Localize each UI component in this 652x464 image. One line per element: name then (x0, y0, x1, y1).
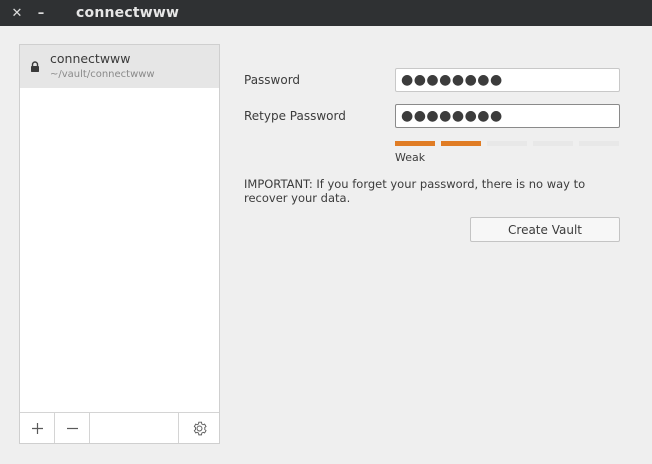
create-vault-button[interactable]: Create Vault (470, 217, 620, 242)
retype-password-field[interactable] (395, 104, 620, 128)
warning-text: IMPORTANT: If you forget your password, … (244, 177, 586, 205)
title-bar: ✕ – connectwww (0, 0, 652, 26)
settings-button[interactable] (179, 413, 219, 443)
vault-list-item[interactable]: connectwww ~/vault/connectwww (20, 45, 219, 88)
lock-icon (31, 61, 39, 72)
minus-icon (66, 427, 78, 429)
add-vault-button[interactable] (20, 413, 55, 443)
retype-password-label: Retype Password (244, 109, 346, 123)
strength-segment (579, 141, 619, 146)
strength-segment (533, 141, 573, 146)
plus-icon (31, 422, 43, 434)
close-button[interactable]: ✕ (6, 0, 28, 26)
sidebar-toolbar (20, 412, 219, 443)
vault-name: connectwww (50, 51, 131, 66)
strength-label: Weak (395, 151, 426, 164)
password-field[interactable] (395, 68, 620, 92)
toolbar-spacer (90, 413, 179, 443)
strength-segment (441, 141, 481, 146)
vault-sidebar: connectwww ~/vault/connectwww (19, 44, 220, 444)
gear-icon (193, 421, 207, 435)
strength-segment (395, 141, 435, 146)
window-title: connectwww (76, 5, 180, 21)
password-label: Password (244, 73, 301, 87)
minimize-button[interactable]: – (30, 0, 52, 26)
strength-segment (487, 141, 527, 146)
vault-path: ~/vault/connectwww (50, 69, 155, 80)
remove-vault-button[interactable] (55, 413, 90, 443)
